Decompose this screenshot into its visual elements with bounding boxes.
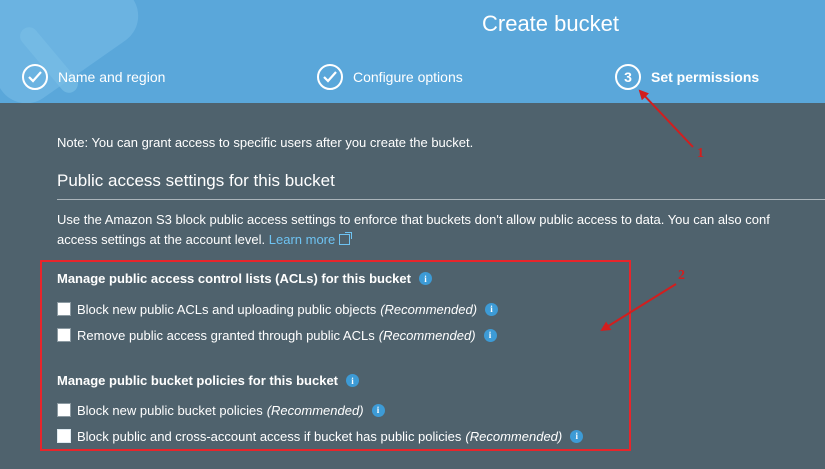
annotation-label-2: 2 [678,268,685,283]
annotation-arrow-2 [600,283,677,332]
annotation-label-1: 1 [697,146,704,161]
annotation-arrow-1 [638,89,694,148]
annotation-arrows [600,89,694,332]
